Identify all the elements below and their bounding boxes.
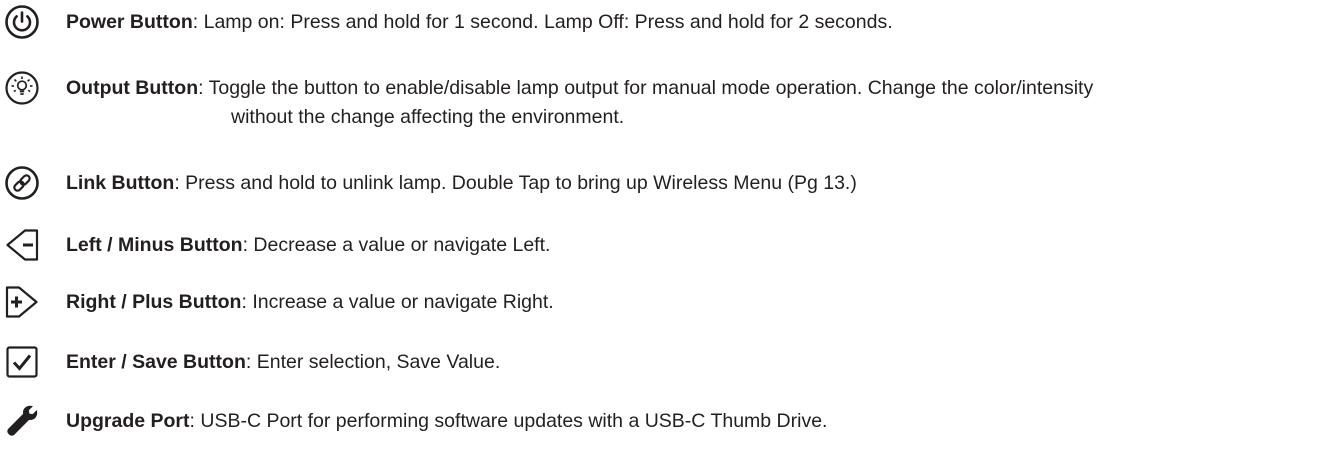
bulb-icon	[4, 70, 40, 106]
item-separator: :	[174, 172, 186, 194]
item-title: Right / Plus Button	[66, 291, 242, 313]
item-description: Decrease a value or navigate Left.	[253, 234, 551, 256]
link-icon	[4, 165, 40, 201]
item-description: Press and hold to unlink lamp. Double Ta…	[185, 172, 857, 194]
item-description-continued: without the change affecting the environ…	[231, 106, 625, 128]
item-title: Left / Minus Button	[66, 234, 243, 256]
left-minus-icon	[4, 227, 40, 263]
item-separator: :	[241, 291, 253, 313]
item-description: USB-C Port for performing software updat…	[200, 410, 828, 432]
item-separator: :	[192, 11, 204, 33]
item-title: Enter / Save Button	[66, 351, 246, 373]
item-description: Increase a value or navigate Right.	[252, 291, 554, 313]
item-title: Upgrade Port	[66, 410, 190, 432]
item-separator: :	[242, 234, 254, 256]
power-icon	[4, 4, 40, 40]
item-description: Toggle the button to enable/disable lamp…	[208, 77, 1094, 99]
item-description: Lamp on: Press and hold for 1 second. La…	[203, 11, 893, 33]
item-separator: :	[198, 77, 209, 99]
right-plus-icon	[4, 284, 40, 320]
item-title: Output Button	[66, 77, 199, 99]
item-separator: :	[189, 410, 201, 432]
item-description: Enter selection, Save Value.	[256, 351, 501, 373]
item-title: Link Button	[66, 172, 175, 194]
item-separator: :	[245, 351, 257, 373]
item-title: Power Button	[66, 11, 193, 33]
checkmark-icon	[4, 344, 40, 380]
wrench-icon	[4, 403, 40, 439]
